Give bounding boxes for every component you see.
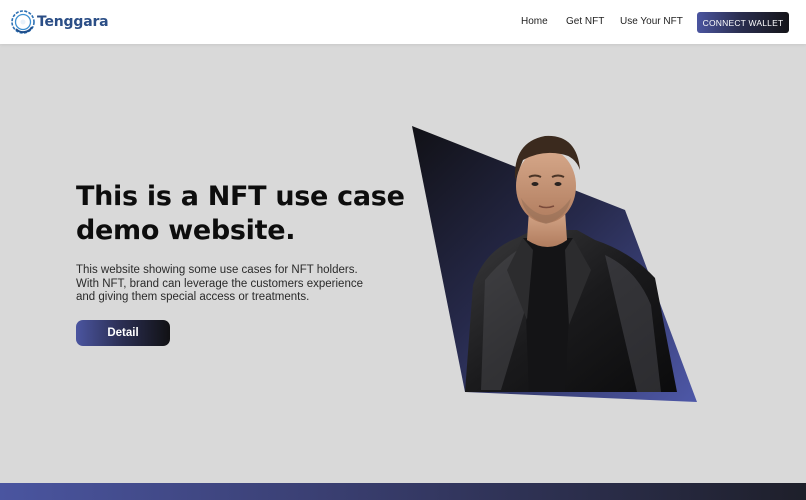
- hero-title: This is a NFT use case demo website.: [76, 180, 436, 248]
- brand-logo[interactable]: Tenggara: [10, 9, 109, 35]
- face-shape: [516, 149, 576, 223]
- site-header: Tenggara Home Get NFT Use Your NFT CONNE…: [0, 0, 806, 44]
- hero-description: This website showing some use cases for …: [76, 264, 406, 305]
- hero-title-line-1: This is a NFT use case: [76, 181, 405, 212]
- nav-get-nft[interactable]: Get NFT: [566, 16, 604, 30]
- detail-button[interactable]: Detail: [76, 320, 170, 346]
- nav-home[interactable]: Home: [521, 16, 548, 30]
- hero-desc-line-1: This website showing some use cases for …: [76, 264, 358, 276]
- nav-use-your-nft[interactable]: Use Your NFT: [620, 16, 683, 30]
- brand-name: Tenggara: [37, 14, 109, 30]
- connect-wallet-button[interactable]: CONNECT WALLET: [697, 12, 789, 33]
- logo-icon: [11, 10, 35, 34]
- footer-bar: [0, 483, 806, 500]
- hero-title-line-2: demo website.: [76, 215, 296, 246]
- hero-desc-line-2: With NFT, brand can leverage the custome…: [76, 277, 363, 290]
- page: Tenggara Home Get NFT Use Your NFT CONNE…: [0, 0, 806, 500]
- hero-image: [412, 126, 697, 402]
- hero-desc-line-3: and giving them special access or treatm…: [76, 291, 310, 303]
